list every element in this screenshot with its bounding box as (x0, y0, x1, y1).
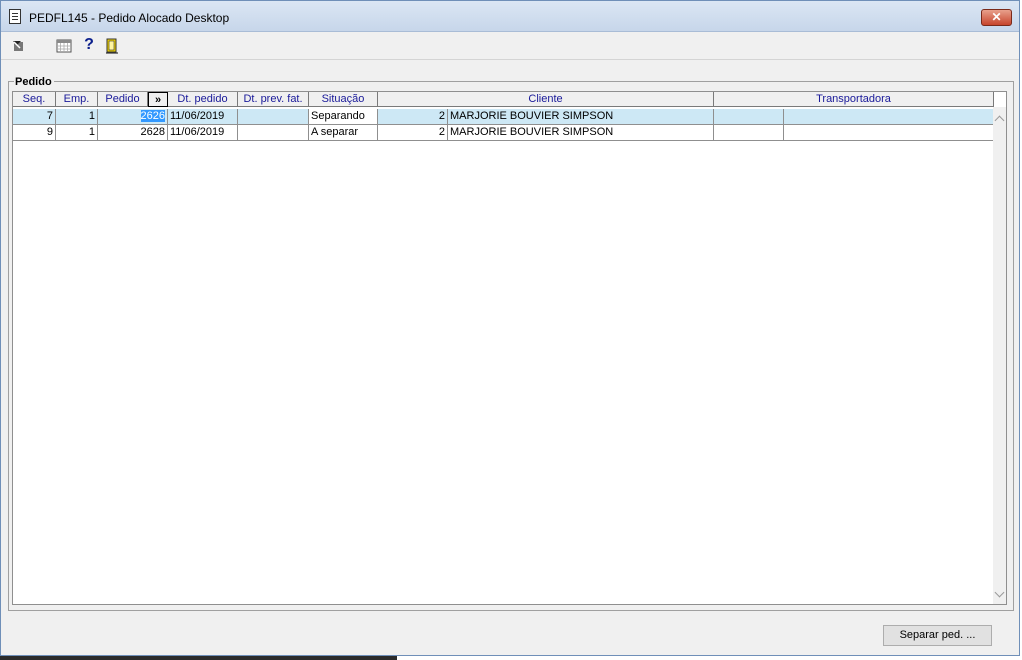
cell-dt-pedido: 11/06/2019 (168, 125, 238, 141)
column-header-dt-pedido[interactable]: Dt. pedido (168, 92, 238, 107)
column-header-cliente[interactable]: Cliente (378, 92, 714, 107)
cell-situacao: A separar (309, 125, 378, 141)
taskbar-edge (0, 656, 397, 660)
main-window: PEDFL145 - Pedido Alocado Desktop ✕ ? Pe… (0, 0, 1020, 656)
title-bar[interactable]: PEDFL145 - Pedido Alocado Desktop ✕ (1, 1, 1019, 32)
column-header-situacao[interactable]: Situação (309, 92, 378, 107)
cell-situacao: Separando (309, 109, 378, 125)
toolbar: ? (1, 32, 1019, 60)
cell-seq: 7 (13, 109, 56, 125)
separar-pedido-button[interactable]: Separar ped. ... (883, 625, 992, 646)
orders-grid[interactable]: Seq. Emp. Pedido » Dt. pedido Dt. prev. … (12, 91, 1007, 605)
cell-dt-prev-fat (238, 125, 309, 141)
window-title: PEDFL145 - Pedido Alocado Desktop (29, 11, 230, 25)
table-row[interactable]: 9 1 2628 11/06/2019 A separar 2 MARJORIE… (13, 125, 994, 141)
exit-icon[interactable] (104, 38, 120, 54)
help-icon[interactable]: ? (81, 37, 97, 53)
vertical-scrollbar[interactable] (993, 107, 1006, 604)
cell-pedido[interactable]: 2626 (98, 109, 168, 125)
pedido-group-label: Pedido (14, 76, 54, 88)
column-header-dt-prev-fat[interactable]: Dt. prev. fat. (238, 92, 309, 107)
column-header-seq[interactable]: Seq. (13, 92, 56, 107)
scroll-down-icon[interactable] (994, 587, 1005, 598)
cell-cliente-nome: MARJORIE BOUVIER SIMPSON (448, 125, 714, 141)
document-icon (9, 9, 21, 24)
expand-columns-button[interactable]: » (148, 92, 168, 107)
cell-transportadora-codigo (714, 125, 784, 141)
calendar-icon[interactable] (56, 38, 72, 54)
cell-seq: 9 (13, 125, 56, 141)
cell-transportadora-nome (784, 125, 994, 141)
table-row[interactable]: 7 1 2626 11/06/2019 Separando 2 MARJORIE… (13, 109, 994, 125)
cell-dt-prev-fat (238, 109, 309, 125)
cell-pedido: 2628 (98, 125, 168, 141)
cell-cliente-codigo: 2 (378, 125, 448, 141)
cell-transportadora-codigo (714, 109, 784, 125)
column-header-pedido[interactable]: Pedido (98, 92, 148, 107)
column-header-transportadora[interactable]: Transportadora (714, 92, 994, 107)
cell-cliente-nome: MARJORIE BOUVIER SIMPSON (448, 109, 714, 125)
cell-dt-pedido: 11/06/2019 (168, 109, 238, 125)
cell-emp: 1 (56, 109, 98, 125)
scroll-up-icon[interactable] (994, 115, 1005, 126)
column-header-emp[interactable]: Emp. (56, 92, 98, 107)
cell-transportadora-nome (784, 109, 994, 125)
arrow-icon[interactable] (11, 38, 27, 54)
close-button[interactable]: ✕ (981, 9, 1012, 26)
cell-cliente-codigo: 2 (378, 109, 448, 125)
cell-pedido-text: 2626 (140, 110, 165, 122)
cell-emp: 1 (56, 125, 98, 141)
